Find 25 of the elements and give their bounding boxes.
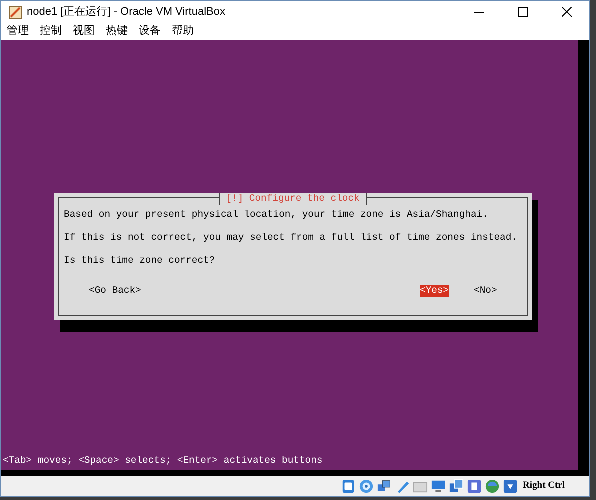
menu-item[interactable]: 设备 [139,23,161,40]
dialog-button[interactable]: <Go Back> [89,285,142,297]
close-icon [562,7,572,17]
globe-icon[interactable] [485,478,500,494]
dialog-text: If this is not correct, you may select from a full list of time zones instead. [64,232,518,244]
dialog-text: Is this time zone correct? [64,255,216,267]
menu-item[interactable]: 控制 [40,23,62,40]
window-title: node1 [正在运行] - Oracle VM VirtualBox [27,4,226,20]
windows-icon[interactable] [449,478,464,494]
menu-item[interactable]: 热键 [106,23,128,40]
app-icon [9,6,22,18]
network-icon[interactable] [377,478,392,494]
dialog-title: [!] Configure the clock [219,193,367,205]
help-text: <Tab> moves; <Space> selects; <Enter> activates buttons [3,454,323,468]
optical-disc-icon[interactable] [359,478,374,494]
dialog-button[interactable]: <No> [474,285,498,297]
maximize-icon [518,7,528,17]
menu-item[interactable]: 帮助 [172,23,194,40]
monitor-icon[interactable] [431,478,446,494]
menu-item[interactable]: 视图 [73,23,95,40]
dialog-button[interactable]: <Yes> [420,285,450,297]
download-icon[interactable] [503,478,518,494]
menu-item[interactable]: 管理 [7,23,29,40]
host-key-label: Right Ctrl [523,480,565,493]
dialog-text: Based on your present physical location, your time zone is Asia/Shanghai. [64,209,490,221]
